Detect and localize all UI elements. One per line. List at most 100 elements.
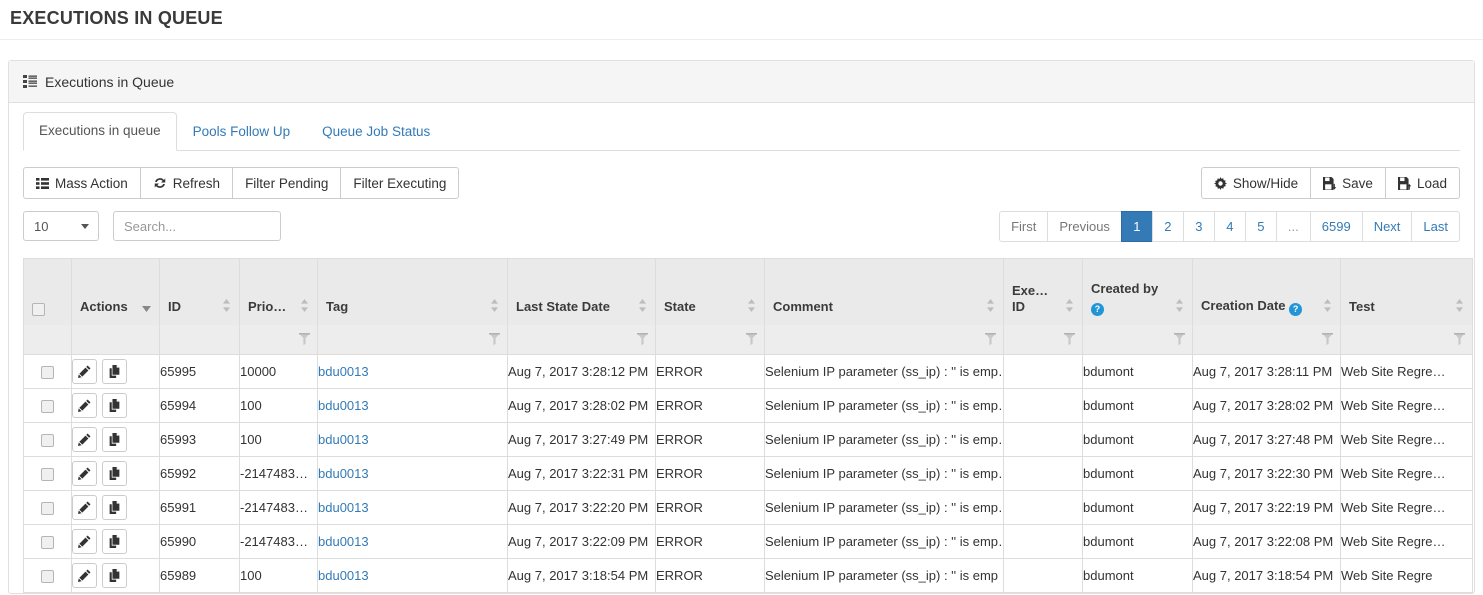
duplicate-button[interactable] [102, 461, 127, 486]
mass-action-button[interactable]: Mass Action [23, 167, 141, 199]
filter-icon[interactable] [299, 332, 310, 348]
col-header-execution_id[interactable]: Exe… ID [1003, 258, 1083, 325]
col-header-test[interactable]: Test [1340, 258, 1473, 325]
tag-link[interactable]: bdu0013 [319, 466, 369, 481]
col-filter-created_by[interactable] [1082, 324, 1193, 355]
sort-icon[interactable] [1065, 298, 1074, 315]
col-filter-creation_date[interactable] [1192, 324, 1341, 355]
show-hide-button[interactable]: Show/Hide [1200, 167, 1312, 199]
sort-icon[interactable] [1455, 298, 1464, 315]
row-checkbox[interactable] [41, 570, 54, 584]
pagination-next[interactable]: Next [1361, 211, 1413, 242]
cell-row-checkbox[interactable] [23, 490, 72, 525]
sort-icon[interactable] [1175, 298, 1184, 315]
col-header-last_state_date[interactable]: Last State Date [507, 258, 656, 325]
row-checkbox[interactable] [41, 400, 54, 414]
pagination-first[interactable]: First [999, 211, 1049, 242]
tag-link[interactable]: bdu0013 [319, 364, 369, 379]
edit-button[interactable] [72, 495, 97, 520]
tag-link[interactable]: bdu0013 [319, 432, 369, 447]
col-header-creation_date[interactable]: Creation Date ? [1192, 258, 1341, 325]
edit-button[interactable] [72, 563, 97, 588]
caret-down-icon[interactable] [142, 300, 151, 315]
sort-icon[interactable] [638, 298, 647, 315]
tag-link[interactable]: bdu0013 [319, 568, 369, 583]
edit-button[interactable] [72, 393, 97, 418]
table-row[interactable]: 65993 100 bdu0013 Aug 7, 2017 3:27:49 PM ERR… [23, 422, 1473, 457]
table-row[interactable]: 65994 100 bdu0013 Aug 7, 2017 3:28:02 PM ERR… [23, 388, 1473, 423]
tag-link[interactable]: bdu0013 [319, 534, 369, 549]
load-button[interactable]: Load [1384, 167, 1460, 199]
table-row[interactable]: 65995 10000 bdu0013 Aug 7, 2017 3:28:12 PM E… [23, 354, 1473, 389]
sort-icon[interactable] [222, 298, 231, 315]
filter-icon[interactable] [1322, 332, 1333, 348]
info-icon[interactable]: ? [1091, 302, 1104, 316]
filter-icon[interactable] [1454, 332, 1465, 348]
pagination-page-5[interactable]: 5 [1244, 211, 1277, 242]
row-checkbox[interactable] [41, 502, 54, 516]
edit-button[interactable] [72, 427, 97, 452]
refresh-button[interactable]: Refresh [139, 167, 234, 199]
cell-row-checkbox[interactable] [23, 422, 72, 457]
table-row[interactable]: 65991 -2147483… bdu0013 Aug 7, 2017 3:22:20… [23, 490, 1473, 525]
sort-icon[interactable] [1323, 298, 1332, 315]
select-all-checkbox[interactable] [32, 302, 45, 316]
col-header-id[interactable]: ID [159, 258, 240, 325]
duplicate-button[interactable] [102, 495, 127, 520]
duplicate-button[interactable] [102, 563, 127, 588]
tag-link[interactable]: bdu0013 [319, 398, 369, 413]
tab-queue-job-status[interactable]: Queue Job Status [306, 113, 446, 151]
col-header-comment[interactable]: Comment [764, 258, 1004, 325]
row-checkbox[interactable] [41, 434, 54, 448]
col-header-priority[interactable]: Prio… [239, 258, 318, 325]
edit-button[interactable] [72, 461, 97, 486]
col-header-tag[interactable]: Tag [317, 258, 508, 325]
sort-icon[interactable] [490, 298, 499, 315]
cell-row-checkbox[interactable] [23, 558, 72, 593]
save-button[interactable]: Save [1310, 167, 1386, 199]
table-row[interactable]: 65989 100 bdu0013 Aug 7, 2017 3:18:54 PM ERR… [23, 558, 1473, 593]
col-filter-tag[interactable] [317, 324, 508, 355]
filter-icon[interactable] [1174, 332, 1185, 348]
duplicate-button[interactable] [102, 393, 127, 418]
edit-button[interactable] [72, 529, 97, 554]
filter-icon[interactable] [489, 332, 500, 348]
cell-row-checkbox[interactable] [23, 456, 72, 491]
pagination-page-last-number[interactable]: 6599 [1309, 211, 1363, 242]
edit-button[interactable] [72, 359, 97, 384]
col-filter-last_state_date[interactable] [507, 324, 656, 355]
sort-icon[interactable] [747, 298, 756, 315]
col-filter-test[interactable] [1340, 324, 1473, 355]
duplicate-button[interactable] [102, 529, 127, 554]
tab-executions-in-queue[interactable]: Executions in queue [23, 112, 177, 151]
filter-icon[interactable] [985, 332, 996, 348]
col-filter-execution_id[interactable] [1003, 324, 1083, 355]
col-header-created_by[interactable]: Created by? [1082, 258, 1193, 325]
filter-pending-button[interactable]: Filter Pending [232, 167, 342, 199]
col-filter-state[interactable] [655, 324, 765, 355]
info-icon[interactable]: ? [1289, 302, 1303, 316]
tab-pools-follow-up[interactable]: Pools Follow Up [177, 113, 307, 151]
col-header-state[interactable]: State [655, 258, 765, 325]
pagination-previous[interactable]: Previous [1047, 211, 1122, 242]
filter-executing-button[interactable]: Filter Executing [340, 167, 460, 199]
sort-icon[interactable] [300, 298, 309, 315]
duplicate-button[interactable] [102, 359, 127, 384]
pagination-last[interactable]: Last [1411, 211, 1460, 242]
cell-row-checkbox[interactable] [23, 524, 72, 559]
row-checkbox[interactable] [41, 468, 54, 482]
table-row[interactable]: 65992 -2147483… bdu0013 Aug 7, 2017 3:22:31… [23, 456, 1473, 491]
col-header-actions[interactable]: Actions [71, 258, 160, 325]
pagination-page-2[interactable]: 2 [1151, 211, 1184, 242]
col-filter-priority[interactable] [239, 324, 318, 355]
col-filter-comment[interactable] [764, 324, 1004, 355]
tag-link[interactable]: bdu0013 [319, 500, 369, 515]
row-checkbox[interactable] [41, 536, 54, 550]
pagination-page-3[interactable]: 3 [1182, 211, 1215, 242]
page-size-select[interactable]: 10 [23, 211, 99, 241]
table-row[interactable]: 65990 -2147483… bdu0013 Aug 7, 2017 3:22:09… [23, 524, 1473, 559]
pagination-page-4[interactable]: 4 [1213, 211, 1246, 242]
sort-icon[interactable] [986, 298, 995, 315]
row-checkbox[interactable] [41, 366, 54, 380]
pagination-page-1[interactable]: 1 [1120, 211, 1153, 242]
